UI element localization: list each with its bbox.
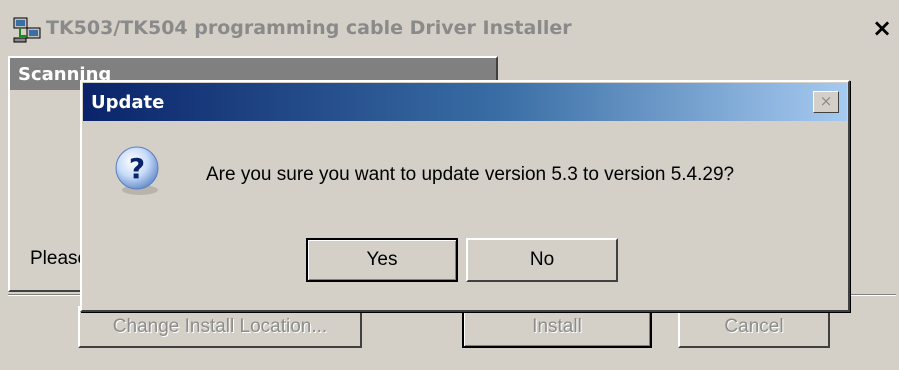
update-dialog-title: Update (91, 92, 165, 113)
network-computer-icon (13, 17, 41, 43)
update-dialog: Update × ? Are you sure you want to upda… (80, 80, 850, 312)
installer-close-button[interactable]: × (868, 14, 896, 42)
installer-title: TK503/TK504 programming cable Driver Ins… (46, 17, 572, 39)
update-dialog-message: Are you sure you want to update version … (206, 164, 735, 185)
svg-text:?: ? (129, 152, 145, 185)
install-button[interactable]: Install (462, 306, 652, 348)
installer-titlebar: TK503/TK504 programming cable Driver Ins… (0, 0, 899, 46)
update-dialog-titlebar: Update × (83, 83, 847, 121)
no-button[interactable]: No (466, 238, 618, 282)
update-dialog-close-button[interactable]: × (813, 91, 839, 113)
cancel-button[interactable]: Cancel (678, 306, 830, 348)
yes-button[interactable]: Yes (306, 238, 458, 282)
question-icon: ? (115, 146, 159, 195)
change-install-location-button[interactable]: Change Install Location... (78, 306, 362, 348)
